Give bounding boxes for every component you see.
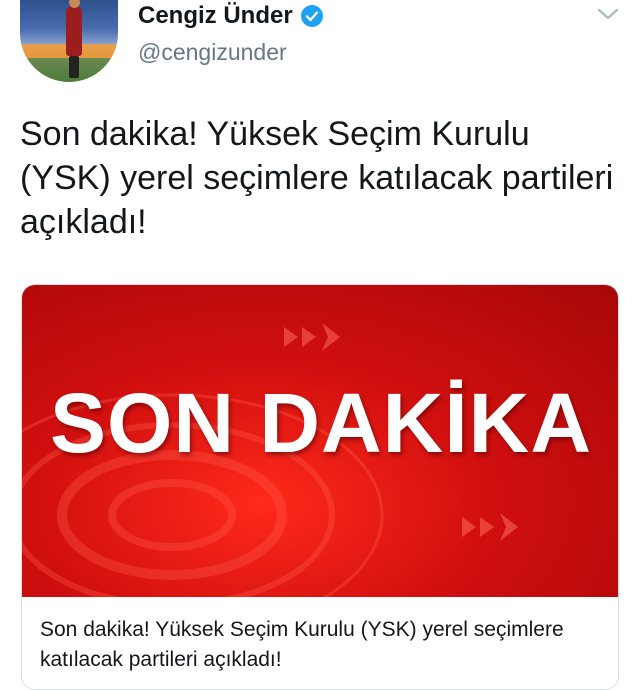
author-display-name[interactable]: Cengiz Ünder bbox=[138, 2, 293, 30]
author-name-row: Cengiz Ünder bbox=[138, 2, 323, 30]
avatar-player-legs bbox=[69, 56, 79, 78]
link-card[interactable]: SON DAKİKA Son dakika! Yüksek Seçim Kuru… bbox=[21, 284, 619, 690]
card-image: SON DAKİKA bbox=[22, 285, 618, 597]
card-title[interactable]: Son dakika! Yüksek Seçim Kurulu (YSK) ye… bbox=[40, 615, 600, 675]
avatar[interactable] bbox=[20, 0, 118, 82]
card-image-headline: SON DAKİKA bbox=[49, 376, 592, 470]
tweet-text: Son dakika! Yüksek Seçim Kurulu (YSK) ye… bbox=[20, 115, 614, 241]
tweet: Cengiz Ünder @cengizunder Son dakika! Yü… bbox=[0, 0, 640, 690]
author-handle[interactable]: @cengizunder bbox=[138, 39, 287, 66]
verified-badge-icon bbox=[300, 5, 323, 27]
avatar-player bbox=[66, 0, 82, 56]
chevron-down-icon[interactable] bbox=[596, 6, 620, 22]
